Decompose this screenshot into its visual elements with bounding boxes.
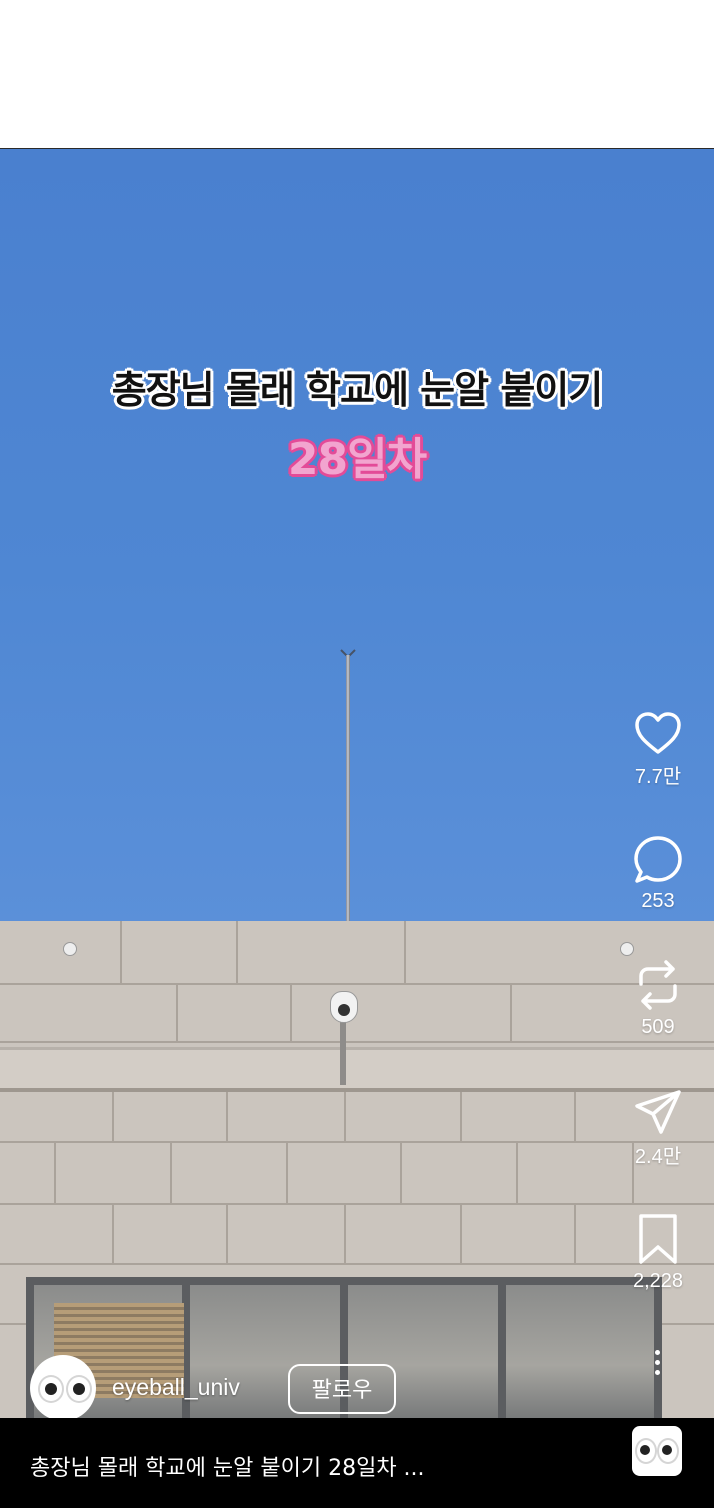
follow-button[interactable]: 팔로우 bbox=[288, 1364, 396, 1414]
like-button[interactable]: 7.7만 bbox=[618, 710, 698, 789]
reel-video[interactable]: 총장님 몰래 학교에 눈알 붙이기 28일차 bbox=[0, 148, 714, 1419]
security-camera bbox=[330, 991, 358, 1023]
comment-count: 253 bbox=[641, 890, 675, 912]
video-title-line2: 28일차 bbox=[287, 434, 427, 485]
wall-eye-sticker bbox=[63, 942, 77, 956]
heart-icon bbox=[635, 712, 681, 754]
video-title-line1: 총장님 몰래 학교에 눈알 붙이기 bbox=[111, 368, 603, 412]
wall-eye-sticker bbox=[620, 942, 634, 956]
share-count: 2.4만 bbox=[634, 1146, 682, 1168]
more-vertical-icon[interactable] bbox=[654, 1350, 660, 1380]
repost-button[interactable]: 509 bbox=[618, 958, 698, 1039]
like-count: 7.7만 bbox=[634, 766, 682, 788]
sky-background bbox=[0, 149, 714, 924]
wall-ledge bbox=[0, 1047, 714, 1092]
paper-plane-icon bbox=[635, 1090, 681, 1134]
caption-bar[interactable]: 총장님 몰래 학교에 눈알 붙이기 28일차 ... bbox=[0, 1418, 714, 1508]
camera-pole bbox=[340, 1015, 346, 1085]
username[interactable]: eyeball_univ bbox=[112, 1374, 240, 1401]
comment-icon bbox=[634, 836, 682, 883]
share-button[interactable]: 2.4만 bbox=[618, 1088, 698, 1169]
caption-text[interactable]: 총장님 몰래 학교에 눈알 붙이기 28일차 ... bbox=[30, 1450, 425, 1482]
repost-count: 509 bbox=[641, 1016, 675, 1038]
save-button[interactable]: 2,228 bbox=[618, 1212, 698, 1293]
comment-button[interactable]: 253 bbox=[618, 834, 698, 913]
bookmark-icon bbox=[639, 1214, 677, 1264]
avatar[interactable] bbox=[30, 1355, 96, 1421]
antenna-pole bbox=[346, 655, 350, 923]
top-blank-area bbox=[0, 0, 714, 148]
repost-icon bbox=[639, 960, 677, 1010]
audio-thumbnail[interactable] bbox=[632, 1426, 682, 1476]
save-count: 2,228 bbox=[632, 1270, 684, 1292]
